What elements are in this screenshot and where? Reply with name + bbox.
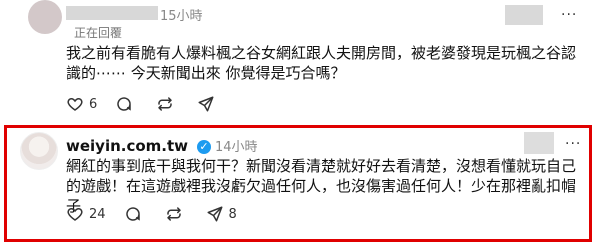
heart-icon	[67, 207, 83, 221]
more-icon[interactable]: ···	[561, 7, 577, 23]
blurred-element	[524, 132, 554, 154]
reply-status: 正在回覆	[74, 26, 123, 40]
timestamp: 15小時	[160, 9, 203, 24]
more-icon[interactable]: ···	[565, 136, 581, 152]
username[interactable]: weiyin.com.tw	[66, 137, 188, 155]
like-count: 6	[89, 96, 98, 112]
verified-icon: ✓	[197, 140, 211, 154]
timestamp: 14小時	[215, 140, 258, 155]
top-reply-post: 15小時 正在回覆 ··· 我之前有看脆有人爆料楓之谷女網紅跟人夫開房間，被老婆…	[0, 0, 600, 120]
repost-icon	[158, 97, 173, 111]
post-actions: 24 8	[66, 205, 237, 223]
post-text: 我之前有看脆有人爆料楓之谷女網紅跟人夫開房間，被老婆發現是玩楓之谷認識的⋯⋯ 今…	[66, 44, 577, 82]
like-button[interactable]: 24	[66, 205, 106, 223]
blurred-username	[66, 6, 158, 20]
share-button[interactable]	[197, 95, 220, 113]
comment-icon	[117, 97, 132, 111]
heart-icon	[67, 97, 83, 111]
repost-button[interactable]	[156, 95, 179, 113]
comment-button[interactable]	[115, 95, 138, 113]
avatar[interactable]	[20, 132, 58, 170]
post-actions: 6	[66, 95, 220, 113]
share-icon	[198, 96, 214, 112]
comment-button[interactable]	[124, 205, 147, 223]
share-button[interactable]: 8	[206, 205, 237, 223]
share-icon	[207, 206, 223, 222]
share-count: 8	[228, 206, 237, 222]
comment-icon	[125, 207, 140, 221]
blurred-element	[505, 5, 543, 25]
like-button[interactable]: 6	[66, 95, 97, 113]
like-count: 24	[89, 206, 106, 222]
avatar[interactable]	[28, 0, 62, 34]
repost-icon	[166, 207, 181, 221]
repost-button[interactable]	[165, 205, 188, 223]
